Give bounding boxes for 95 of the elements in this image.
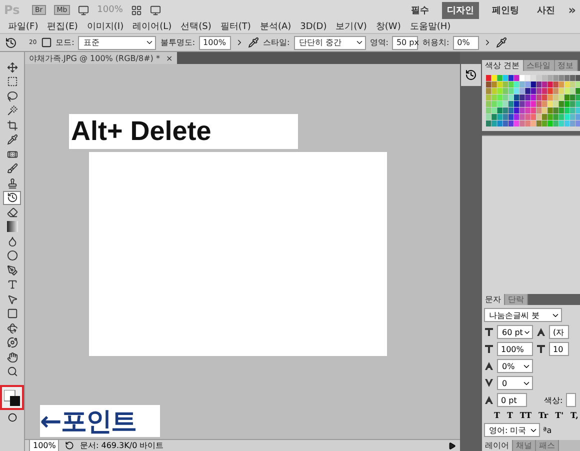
close-button[interactable]: × bbox=[166, 54, 173, 62]
heal-tool-icon bbox=[6, 148, 18, 160]
baseline-shift-icon bbox=[484, 395, 494, 405]
menu-item[interactable]: 필터(T) bbox=[220, 20, 251, 33]
leading-icon bbox=[536, 327, 546, 337]
brush-panel-icon[interactable] bbox=[40, 37, 52, 48]
crop-tool-icon bbox=[6, 120, 18, 131]
text-style-button[interactable]: T, bbox=[568, 410, 580, 420]
horizontal-scale-field[interactable]: 10 bbox=[549, 342, 569, 356]
anti-alias-label: ªa bbox=[543, 426, 552, 434]
workspace-button[interactable]: 페인팅 bbox=[487, 2, 524, 18]
status-icon[interactable] bbox=[65, 441, 74, 450]
arrange-icon[interactable] bbox=[130, 4, 142, 16]
history-tool-icon bbox=[6, 192, 18, 204]
color-label: 색상: bbox=[544, 394, 563, 406]
text-style-button[interactable]: T' bbox=[553, 410, 566, 420]
area-field[interactable]: 50 px bbox=[392, 36, 418, 50]
text-style-button[interactable]: T bbox=[504, 410, 515, 420]
tracking-icon bbox=[484, 361, 494, 371]
style-select[interactable]: 단단히 중간 bbox=[294, 36, 366, 50]
tool-button[interactable] bbox=[3, 190, 21, 205]
color-swatch-tool[interactable] bbox=[0, 385, 24, 410]
workspace-button[interactable]: 사진 bbox=[532, 2, 560, 18]
panel-tab[interactable]: 문자 bbox=[482, 294, 505, 305]
opacity-field[interactable]: 100% bbox=[199, 36, 232, 50]
menu-item[interactable]: 선택(S) bbox=[180, 20, 212, 33]
eraser-tool-icon bbox=[6, 206, 18, 218]
history-icon bbox=[465, 69, 477, 81]
dock-button[interactable] bbox=[461, 64, 481, 86]
menu-item[interactable]: 파일(F) bbox=[8, 20, 38, 33]
marquee-tool-icon bbox=[6, 76, 18, 88]
color-swatch-icon bbox=[4, 390, 20, 406]
area-label: 영역: bbox=[370, 37, 388, 48]
leading-field[interactable]: (자 bbox=[549, 325, 569, 339]
style-label: 스타일: bbox=[263, 37, 290, 48]
menu-item[interactable]: 이미지(I) bbox=[86, 20, 124, 33]
text-style-button[interactable]: TT bbox=[518, 410, 534, 420]
workspace-button[interactable]: 필수 bbox=[406, 2, 434, 18]
panel-tab[interactable]: 색상 견본 bbox=[482, 60, 524, 71]
more-button[interactable]: » bbox=[568, 3, 576, 17]
document-tab[interactable]: 야채가족.JPG @ 100% (RGB/8#) * × bbox=[25, 52, 177, 64]
pen-tool-icon bbox=[6, 264, 18, 276]
lasso-tool-icon bbox=[6, 90, 18, 102]
opacity-label: 불투명도: bbox=[160, 37, 196, 48]
move-tool-icon bbox=[6, 62, 18, 73]
vertical-scale-icon bbox=[484, 344, 494, 354]
font-size-select[interactable]: 60 pt bbox=[497, 325, 533, 339]
font-select[interactable]: 나눔손글씨 붓 bbox=[484, 308, 562, 322]
status-zoom-field[interactable]: 100% bbox=[29, 438, 59, 451]
menu-item[interactable]: 분석(A) bbox=[260, 20, 292, 33]
menu-item[interactable]: 3D(D) bbox=[300, 22, 327, 32]
play-icon[interactable] bbox=[448, 442, 456, 450]
swatch-grid[interactable] bbox=[482, 71, 580, 131]
menu-item[interactable]: 편집(E) bbox=[47, 20, 78, 33]
tolerance-label: 허용치: bbox=[422, 37, 450, 48]
language-select[interactable]: 영어: 미국 bbox=[484, 423, 540, 437]
tolerance-field[interactable]: 0% bbox=[453, 36, 480, 50]
history-brush-icon[interactable] bbox=[5, 36, 17, 48]
menu-item[interactable]: 도움말(H) bbox=[410, 20, 451, 33]
document-title: 야채가족.JPG @ 100% (RGB/8#) * bbox=[29, 52, 160, 64]
vertical-scale-field[interactable]: 100% bbox=[497, 342, 533, 356]
text-style-button[interactable]: Tr bbox=[536, 410, 550, 420]
rotate3d-tool-icon bbox=[6, 322, 18, 334]
text-color-field[interactable] bbox=[566, 393, 576, 407]
gradient-icon bbox=[6, 221, 18, 232]
blur-tool-icon bbox=[6, 236, 18, 247]
panel-tab[interactable]: 레이어 bbox=[482, 440, 513, 451]
callout-label: ←포인트 bbox=[40, 405, 160, 437]
menu-item[interactable]: 창(W) bbox=[376, 20, 401, 33]
menu-item[interactable]: 레이어(L) bbox=[132, 20, 172, 33]
document-size: 문서: 469.3K/0 바이트 bbox=[80, 440, 165, 451]
stamp-tool-icon bbox=[6, 178, 18, 189]
baseline-field[interactable]: 0 pt bbox=[497, 393, 527, 407]
workspace-button[interactable]: 디자인 bbox=[442, 2, 480, 18]
kerning-icon bbox=[484, 378, 494, 388]
kerning-select[interactable]: 0 bbox=[497, 376, 533, 390]
orbit-tool-icon bbox=[6, 337, 18, 348]
mode-select[interactable]: 표준 bbox=[78, 36, 156, 50]
eyedropper-tool-icon bbox=[6, 134, 18, 146]
hand-tool-icon bbox=[6, 352, 18, 363]
menu-item[interactable]: 보기(V) bbox=[336, 20, 367, 33]
caption-label: Alt+ Delete bbox=[69, 114, 298, 149]
type-tool-icon bbox=[6, 279, 18, 290]
tracking-select[interactable]: 0% bbox=[497, 359, 533, 373]
zoom-tool-icon bbox=[6, 366, 18, 378]
mode-label: 모드: bbox=[56, 37, 74, 48]
brush-tool-icon bbox=[6, 163, 18, 174]
dodge-tool-icon bbox=[6, 250, 18, 262]
horizontal-scale-icon bbox=[536, 344, 546, 354]
text-style-button[interactable]: T bbox=[492, 410, 502, 420]
shape-tool-icon bbox=[6, 308, 18, 320]
wand-tool-icon bbox=[6, 105, 18, 116]
quick-mask-icon[interactable] bbox=[8, 413, 16, 422]
font-size-icon bbox=[484, 327, 494, 337]
path-tool-icon bbox=[6, 294, 18, 305]
